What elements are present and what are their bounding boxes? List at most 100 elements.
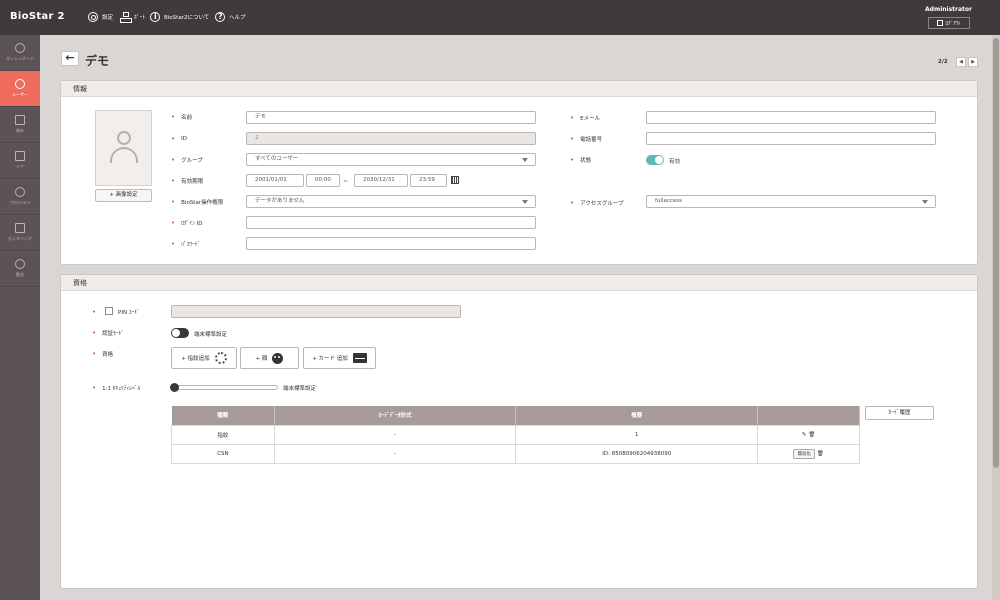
face-icon [272, 352, 284, 364]
nav-about[interactable]: BioStar2について [150, 12, 209, 22]
add-face-label: + 顔 [255, 356, 268, 362]
pager-count: 2/2 [938, 59, 948, 65]
card-history-button[interactable]: ｶｰﾄﾞ履歴 [865, 406, 934, 420]
back-button[interactable]: ← [61, 51, 79, 66]
column-header-summary: 概要 [515, 406, 759, 425]
phone-label: • 電話番号 [570, 135, 603, 143]
sidebar-item-time-attendance[interactable]: 勤怠 [0, 251, 40, 287]
info-icon [150, 12, 160, 22]
column-header-actions [757, 406, 860, 425]
cell-type: CSN [171, 443, 275, 464]
next-page-button[interactable]: ▶ [968, 57, 978, 67]
pin-checkbox[interactable] [105, 307, 113, 315]
auth-mode-value: 端末標準設定 [194, 332, 228, 338]
nav-help[interactable]: ヘルプ [215, 12, 246, 22]
nav-settings[interactable]: 設定 [88, 12, 113, 22]
status-toggle[interactable] [646, 155, 664, 165]
nav-port-label: ﾎﾟｰﾄ [134, 15, 146, 21]
trash-icon[interactable]: 🗑 [817, 451, 824, 457]
phone-input[interactable] [646, 132, 936, 145]
email-label: • Eメール [570, 114, 601, 122]
add-fingerprint-button[interactable]: + 指紋追加 [171, 347, 237, 369]
logout-label: ﾛｸﾞｱｳﾄ [945, 20, 961, 27]
dashboard-icon [15, 43, 25, 53]
sidebar-item-dashboard[interactable]: ダッシュボード [0, 35, 40, 71]
add-card-button[interactable]: + カード 追加 [303, 347, 376, 369]
avatar-icon [110, 131, 138, 167]
password-input[interactable] [246, 237, 536, 250]
auth-mode-label: • 認証ﾓｰﾄﾞ [92, 329, 125, 337]
login-id-input[interactable] [246, 216, 536, 229]
sidebar-item-label: ダッシュボード [6, 56, 34, 61]
prev-page-button[interactable]: ◀ [956, 57, 966, 67]
cell-summary: 1 [515, 424, 759, 445]
port-icon [120, 12, 132, 23]
sidebar-item-access-control[interactable]: ｱｸｾｽｺﾝﾄﾛｰﾙ [0, 179, 40, 215]
time-attendance-icon [15, 259, 25, 269]
sidebar-item-label: ｱｸｾｽｺﾝﾄﾛｰﾙ [10, 200, 30, 205]
trash-icon[interactable]: 🗑 [808, 432, 815, 438]
email-input[interactable] [646, 111, 936, 124]
card-icon [352, 353, 367, 363]
set-image-button[interactable]: + 画像設定 [95, 189, 152, 202]
scrollbar-thumb[interactable] [993, 38, 999, 468]
security-level-slider[interactable] [170, 383, 278, 392]
status-label: • 状態 [570, 156, 592, 164]
back-arrow-icon: ← [65, 51, 75, 64]
cell-actions: ✎ 🗑 [757, 424, 860, 445]
sidebar-item-device[interactable]: 端末 [0, 107, 40, 143]
credential-panel-header: 資格 [61, 275, 977, 291]
monitoring-icon [15, 223, 25, 233]
sidebar-item-monitoring[interactable]: モニタリング [0, 215, 40, 251]
access-group-select[interactable]: fullaccess [646, 195, 936, 208]
start-date-input[interactable]: 2001/01/01 [246, 174, 304, 187]
password-label: • ﾊﾟｽﾜｰﾄﾞ [171, 240, 201, 248]
auth-mode-toggle[interactable] [171, 328, 189, 338]
device-icon [15, 115, 25, 125]
access-group-label: • アクセスグループ [570, 199, 624, 207]
sidebar-item-door[interactable]: ドア [0, 143, 40, 179]
name-input[interactable]: デモ [246, 111, 536, 124]
edit-pencil-icon[interactable]: ✎ [802, 432, 807, 438]
credential-table: 種類 ｶｰﾄﾞﾃﾞｰﾀ形式 概要 指紋 - 1 ✎ 🗑 CSN - ID: 85… [171, 406, 860, 464]
nav-port[interactable]: ﾎﾟｰﾄ [120, 12, 146, 23]
sidebar: ダッシュボード ユーザー 端末 ドア ｱｸｾｽｺﾝﾄﾛｰﾙ モニタリング 勤怠 [0, 35, 40, 600]
end-date-input[interactable]: 2030/12/31 [354, 174, 408, 187]
credential-label: • 資格 [92, 350, 114, 358]
page-scrollbar[interactable] [992, 35, 1000, 600]
start-time-input[interactable]: 00:00 [306, 174, 340, 187]
id-label: • ID [171, 135, 187, 143]
top-bar: BioStar 2 設定 ﾎﾟｰﾄ BioStar2について ヘルプ Admin… [0, 0, 1000, 35]
calendar-icon[interactable] [451, 176, 459, 184]
add-face-button[interactable]: + 顔 [240, 347, 299, 369]
logout-button[interactable]: ﾛｸﾞｱｳﾄ [928, 17, 970, 29]
add-card-label: + カード 追加 [312, 356, 348, 362]
nav-about-label: BioStar2について [164, 15, 210, 21]
period-separator: ~ [343, 178, 349, 185]
table-row: 指紋 - 1 ✎ 🗑 [171, 424, 860, 445]
period-label: • 有効期限 [171, 177, 204, 185]
pin-row: • [92, 308, 97, 316]
security-level-label: • 1:1 ｾｷｭﾘﾃｨﾚﾍﾞﾙ [92, 384, 141, 392]
cell-summary: ID: 85080906204938090 [515, 443, 759, 464]
nav-help-label: ヘルプ [229, 15, 246, 21]
door-icon [15, 151, 25, 161]
operator-select[interactable]: データがありません [246, 195, 536, 208]
sidebar-item-label: モニタリング [8, 236, 32, 241]
page-title: デモ [85, 54, 110, 68]
sidebar-item-user[interactable]: ユーザー [0, 71, 40, 107]
user-name: Administrator [925, 6, 972, 13]
group-select[interactable]: すべてのユーザー [246, 153, 536, 166]
end-time-input[interactable]: 23:59 [410, 174, 447, 187]
chevron-right-icon: ▶ [971, 59, 975, 65]
disable-card-button[interactable]: 無効化 [793, 448, 815, 459]
logout-icon [937, 20, 944, 26]
login-id-label: • ﾛｸﾞｲﾝ ID [171, 219, 203, 227]
column-header-format: ｶｰﾄﾞﾃﾞｰﾀ形式 [274, 406, 517, 425]
status-value: 有効 [669, 159, 681, 165]
app-logo[interactable]: BioStar 2 [10, 11, 65, 22]
slider-knob[interactable] [170, 383, 179, 392]
add-fingerprint-label: + 指紋追加 [181, 356, 210, 362]
gear-icon [88, 12, 98, 22]
pin-input [171, 305, 461, 318]
